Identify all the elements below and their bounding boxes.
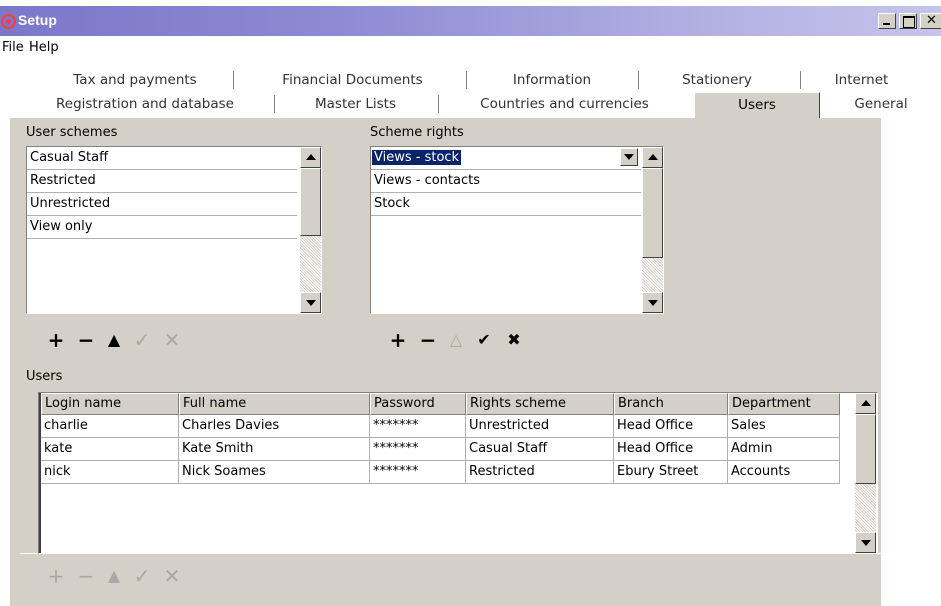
dropdown-button[interactable] [620, 148, 638, 166]
column-header-login-name[interactable]: Login name [41, 393, 179, 415]
user-schemes-scrollbar[interactable] [300, 147, 321, 313]
arrow-up-icon [861, 400, 871, 406]
add-icon: + [47, 564, 65, 588]
arrow-down-icon [648, 300, 658, 306]
column-header-full-name[interactable]: Full name [179, 393, 370, 415]
scroll-down-button[interactable] [855, 532, 876, 553]
list-item-selected[interactable]: Views - stock [371, 147, 641, 170]
title-bar: Setup ✕ [0, 6, 941, 36]
add-icon[interactable]: + [44, 328, 68, 352]
column-header-branch[interactable]: Branch [614, 393, 728, 415]
tab-countries-and-currencies[interactable]: Countries and currencies [442, 92, 687, 116]
table-cell[interactable]: Kate Smith [179, 438, 370, 461]
move-up-icon[interactable]: ▲ [102, 328, 126, 352]
cancel-icon[interactable]: ✖ [502, 328, 526, 352]
move-up-icon: △ [449, 330, 463, 349]
tab-internet[interactable]: Internet [804, 68, 919, 92]
scroll-up-button[interactable] [855, 393, 876, 414]
scroll-down-button[interactable] [642, 292, 663, 313]
chevron-down-icon [624, 154, 634, 160]
table-cell[interactable]: Accounts [728, 461, 840, 484]
arrow-down-icon [861, 540, 871, 546]
scroll-down-button[interactable] [300, 292, 321, 313]
maximize-button[interactable] [899, 13, 917, 29]
tab-information[interactable]: Information [470, 68, 634, 92]
table-cell[interactable]: Nick Soames [179, 461, 370, 484]
tab-registration-and-database[interactable]: Registration and database [30, 92, 260, 116]
arrow-up-icon [306, 154, 316, 160]
column-header-department[interactable]: Department [728, 393, 840, 415]
user-schemes-list[interactable]: Casual Staff Restricted Unrestricted Vie… [26, 146, 322, 314]
tab-strip: Tax and payments Financial Documents Inf… [0, 62, 941, 118]
table-cell[interactable]: Charles Davies [179, 415, 370, 438]
user-schemes-label: User schemes [26, 125, 118, 140]
list-item[interactable]: Restricted [27, 170, 297, 193]
confirm-icon: ✓ [133, 564, 151, 588]
scroll-thumb[interactable] [642, 168, 663, 258]
list-item[interactable]: View only [27, 216, 297, 239]
scheme-rights-list[interactable]: Views - stock Views - contacts Stock [370, 146, 664, 314]
add-icon[interactable]: + [386, 328, 410, 352]
cancel-icon: ✕ [163, 564, 181, 588]
table-cell[interactable]: ******* [370, 415, 466, 438]
arrow-up-icon [648, 154, 658, 160]
scroll-up-button[interactable] [300, 147, 321, 168]
scheme-rights-scrollbar[interactable] [642, 147, 663, 313]
table-cell[interactable]: Ebury Street [614, 461, 728, 484]
arrow-down-icon [306, 300, 316, 306]
table-cell[interactable]: ******* [370, 461, 466, 484]
move-up-icon: ▲ [107, 566, 121, 585]
remove-icon[interactable]: − [416, 328, 440, 352]
scroll-thumb[interactable] [300, 168, 321, 236]
users-table[interactable]: Login name Full name Password Rights sch… [38, 392, 878, 554]
scroll-thumb[interactable] [855, 414, 876, 484]
list-item[interactable]: Casual Staff [27, 147, 297, 170]
table-cell[interactable]: ******* [370, 438, 466, 461]
confirm-icon: ✓ [133, 328, 151, 352]
list-item[interactable]: Stock [371, 193, 641, 216]
close-button[interactable]: ✕ [920, 13, 941, 29]
table-cell[interactable]: charlie [41, 415, 179, 438]
table-cell[interactable]: Restricted [466, 461, 614, 484]
list-item[interactable]: Unrestricted [27, 193, 297, 216]
users-toolbar: + − ▲ ✓ ✕ [44, 564, 244, 588]
table-cell[interactable]: Sales [728, 415, 840, 438]
tab-financial-documents[interactable]: Financial Documents [245, 68, 460, 92]
window-title: Setup [18, 12, 57, 28]
menu-bar: File Help [0, 37, 941, 59]
close-icon: ✕ [926, 13, 937, 28]
users-groupbox: User schemes Casual Staff Restricted Unr… [20, 118, 881, 554]
table-cell[interactable]: Head Office [614, 438, 728, 461]
user-schemes-toolbar: + − ▲ ✓ ✕ [44, 328, 244, 352]
menu-help[interactable]: Help [29, 40, 59, 55]
column-header-rights-scheme[interactable]: Rights scheme [466, 393, 614, 415]
tab-master-lists[interactable]: Master Lists [278, 92, 433, 116]
table-cell[interactable]: Unrestricted [466, 415, 614, 438]
cancel-icon: ✕ [163, 328, 181, 352]
remove-icon: − [77, 564, 95, 588]
menu-file[interactable]: File [2, 40, 24, 55]
users-label: Users [26, 369, 63, 384]
scroll-up-button[interactable] [642, 147, 663, 168]
table-cell[interactable]: kate [41, 438, 179, 461]
table-cell[interactable]: Casual Staff [466, 438, 614, 461]
minimize-button[interactable] [878, 13, 896, 29]
table-cell[interactable]: nick [41, 461, 179, 484]
scheme-rights-toolbar: + − △ ✔ ✖ [386, 328, 586, 352]
scheme-rights-label: Scheme rights [370, 125, 464, 140]
selected-right-text: Views - stock [372, 150, 462, 165]
list-item[interactable]: Views - contacts [371, 170, 641, 193]
tab-tax-and-payments[interactable]: Tax and payments [40, 68, 230, 92]
tab-users[interactable]: Users [694, 92, 820, 118]
column-header-password[interactable]: Password [370, 393, 466, 415]
users-table-scrollbar[interactable] [855, 393, 876, 553]
users-tab-panel: User schemes Casual Staff Restricted Unr… [10, 118, 881, 606]
confirm-icon[interactable]: ✔ [472, 328, 496, 352]
remove-icon[interactable]: − [74, 328, 98, 352]
tab-stationery[interactable]: Stationery [642, 68, 792, 92]
table-cell[interactable]: Admin [728, 438, 840, 461]
tab-general[interactable]: General [822, 92, 940, 116]
app-logo-icon [1, 14, 16, 29]
table-cell[interactable]: Head Office [614, 415, 728, 438]
